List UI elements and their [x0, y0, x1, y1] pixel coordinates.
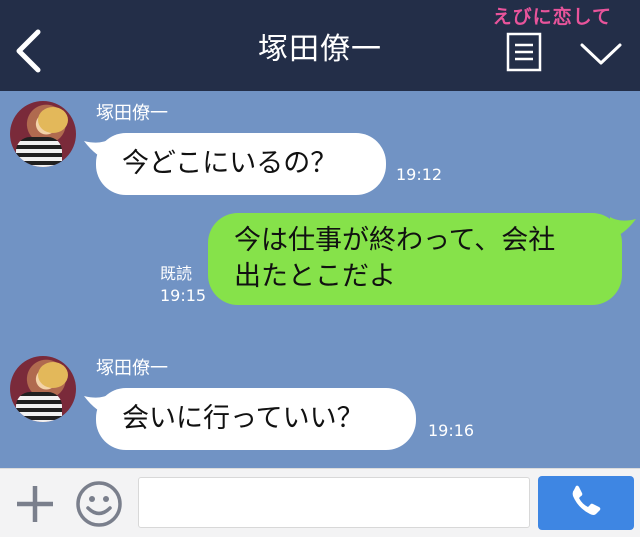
message-list[interactable]: 塚田僚一 今どこにいるの？ 19:12 既読 19:15 今は仕事が終わって、会…	[0, 91, 640, 468]
plus-icon	[17, 486, 53, 522]
menu-button[interactable]	[506, 32, 544, 72]
avatar[interactable]	[10, 101, 76, 167]
message-time: 19:16	[428, 421, 475, 440]
watermark-text: えびに恋して	[492, 6, 612, 28]
read-receipt: 既読	[160, 264, 193, 283]
message-text-line: 今は仕事が終わって、会社	[234, 225, 556, 256]
message-input[interactable]	[138, 477, 530, 528]
message-bubble-incoming[interactable]: 会いに行っていい？	[96, 388, 416, 450]
avatar-shirt	[16, 392, 62, 422]
avatar[interactable]	[10, 356, 76, 422]
call-button[interactable]	[538, 476, 634, 530]
collapse-button[interactable]	[578, 40, 624, 68]
add-button[interactable]	[14, 483, 56, 525]
message-bubble-outgoing[interactable]: 今は仕事が終わって、会社 出たとこだよ	[208, 213, 622, 305]
menu-list-icon	[506, 32, 542, 72]
message-time: 19:12	[396, 165, 443, 184]
message-bubble-incoming[interactable]: 今どこにいるの？	[96, 133, 386, 195]
sender-name: 塚田僚一	[96, 103, 168, 124]
avatar-shirt	[16, 137, 62, 167]
message-text: 今どこにいるの？	[122, 148, 338, 179]
avatar-hair	[38, 362, 68, 388]
message-text-line: 出たとこだよ	[234, 261, 396, 292]
emoji-button[interactable]	[74, 479, 124, 529]
phone-icon	[572, 485, 601, 515]
sender-name: 塚田僚一	[96, 358, 168, 379]
message-time: 19:15	[160, 286, 207, 305]
input-bar	[0, 468, 640, 537]
chat-header: 塚田僚一 えびに恋して	[0, 0, 640, 91]
message-text: 会いに行っていい？	[122, 403, 364, 434]
avatar-hair	[38, 107, 68, 133]
chat-title: 塚田僚一	[258, 32, 382, 67]
smiley-icon	[76, 481, 122, 527]
chevron-down-icon	[580, 43, 622, 65]
